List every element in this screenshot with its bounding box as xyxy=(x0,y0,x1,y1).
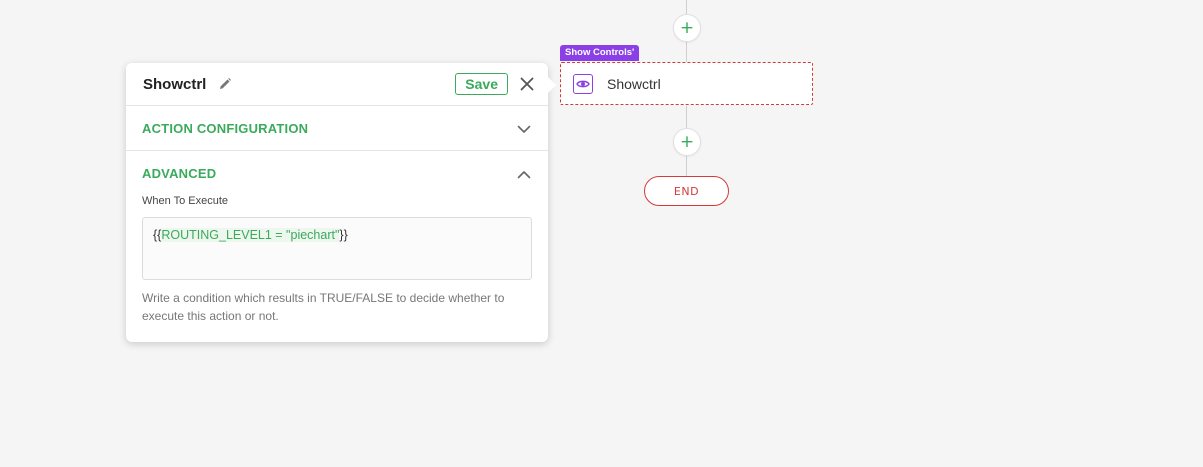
section-advanced[interactable]: ADVANCED xyxy=(126,151,548,195)
chevron-up-icon[interactable] xyxy=(517,164,531,183)
section-action-configuration[interactable]: ACTION CONFIGURATION xyxy=(126,106,548,151)
flow-node-showctrl[interactable]: Showctrl xyxy=(560,62,813,105)
add-step-button-top[interactable]: + xyxy=(673,14,701,42)
node-type-tag: Show Controls' xyxy=(560,45,640,61)
flow-canvas: + + Show Controls' Showctrl END Showctrl xyxy=(0,0,1203,467)
section-title-action-configuration: ACTION CONFIGURATION xyxy=(142,120,309,136)
expression-body: ROUTING_LEVEL1 = "piechart" xyxy=(161,228,340,242)
panel-pointer xyxy=(548,77,556,93)
advanced-section-body: When To Execute {{ROUTING_LEVEL1 = "piec… xyxy=(126,195,548,325)
close-icon[interactable] xyxy=(520,77,534,91)
end-node[interactable]: END xyxy=(644,176,729,206)
action-config-panel: Showctrl Save ACTION CONFIGURATION ADVAN… xyxy=(126,63,556,342)
flow-connector xyxy=(686,0,687,14)
chevron-down-icon[interactable] xyxy=(517,119,531,138)
panel-header: Showctrl Save xyxy=(126,63,548,106)
add-step-button-bottom[interactable]: + xyxy=(673,128,701,156)
panel-title: Showctrl xyxy=(143,75,207,93)
flow-connector xyxy=(686,106,687,128)
condition-help-text: Write a condition which results in TRUE/… xyxy=(142,291,505,323)
when-to-execute-label: When To Execute xyxy=(142,195,229,207)
node-label: Showctrl xyxy=(607,75,661,92)
flow-connector xyxy=(686,154,687,176)
plus-icon: + xyxy=(679,17,695,38)
section-title-advanced: ADVANCED xyxy=(142,165,217,181)
expression-close-brace: }} xyxy=(339,228,348,242)
save-button[interactable]: Save xyxy=(455,73,508,95)
eye-icon xyxy=(573,73,593,94)
flow-connector xyxy=(686,40,687,62)
condition-expression-input[interactable]: {{ROUTING_LEVEL1 = "piechart"}} xyxy=(142,217,532,280)
pencil-icon[interactable] xyxy=(218,77,232,91)
plus-icon: + xyxy=(679,131,695,152)
